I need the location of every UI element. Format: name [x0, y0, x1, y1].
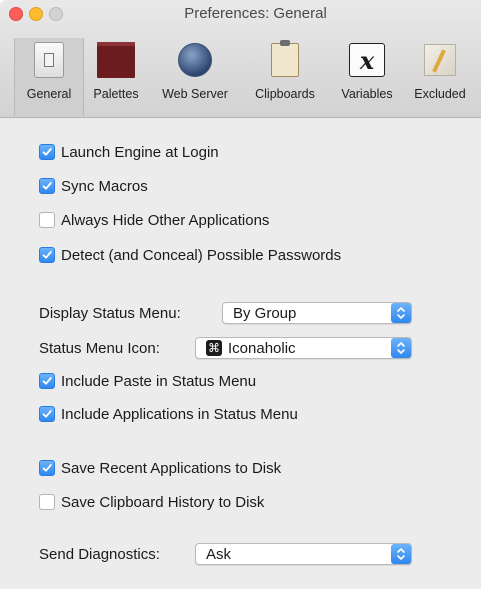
popup-value-text: Iconaholic	[228, 339, 296, 357]
chevron-up-down-icon	[391, 544, 411, 564]
save-recent-applications-checkbox[interactable]: Save Recent Applications to Disk	[39, 458, 281, 478]
display-status-menu-row: Display Status Menu:	[39, 301, 181, 325]
checkbox-label: Include Applications in Status Menu	[61, 405, 298, 423]
clipboard-icon	[265, 40, 305, 80]
send-diagnostics-label: Send Diagnostics:	[39, 545, 160, 563]
always-hide-checkbox[interactable]: Always Hide Other Applications	[39, 210, 269, 230]
tab-variables[interactable]: x Variables	[331, 40, 403, 114]
command-key-icon: ⌘	[206, 340, 222, 356]
checkbox-unchecked-icon	[39, 212, 55, 228]
popup-value: Ask	[206, 545, 232, 563]
toolbar: Preferences: General General Palettes We…	[0, 0, 481, 118]
tab-label: General	[26, 87, 72, 101]
send-diagnostics-row: Send Diagnostics:	[39, 542, 160, 566]
chevron-up-down-icon	[391, 338, 411, 358]
switch-icon	[29, 40, 69, 80]
checkbox-label: Sync Macros	[61, 177, 148, 195]
tab-excluded[interactable]: Excluded	[405, 40, 475, 114]
checkbox-label: Always Hide Other Applications	[61, 211, 270, 229]
checkbox-checked-icon	[39, 247, 55, 263]
tab-label: Palettes	[93, 87, 139, 101]
tab-label: Variables	[341, 87, 393, 101]
window-title: Preferences: General	[184, 5, 327, 22]
checkbox-checked-icon	[39, 178, 55, 194]
checkbox-label: Save Clipboard History to Disk	[61, 493, 265, 511]
tab-label: Clipboards	[255, 87, 315, 101]
detect-passwords-checkbox[interactable]: Detect (and Conceal) Possible Passwords	[39, 245, 341, 265]
tab-label: Web Server	[162, 87, 228, 101]
tab-web-server[interactable]: Web Server	[152, 40, 238, 114]
checkbox-checked-icon	[39, 373, 55, 389]
sync-macros-checkbox[interactable]: Sync Macros	[39, 176, 148, 196]
tab-clipboards[interactable]: Clipboards	[243, 40, 327, 114]
general-pane: Launch Engine at Login Sync Macros Alway…	[0, 118, 481, 589]
checkbox-checked-icon	[39, 460, 55, 476]
checkbox-label: Launch Engine at Login	[61, 143, 219, 161]
checkbox-label: Include Paste in Status Menu	[61, 372, 257, 390]
send-diagnostics-popup[interactable]: Ask	[195, 543, 412, 565]
checkbox-label: Detect (and Conceal) Possible Passwords	[61, 246, 342, 264]
chevron-up-down-icon	[391, 303, 411, 323]
tab-general[interactable]: General	[14, 38, 84, 116]
status-menu-icon-row: Status Menu Icon:	[39, 336, 160, 360]
tab-label: Excluded	[414, 87, 466, 101]
pencil-ruler-icon	[420, 40, 460, 80]
variable-x-icon: x	[347, 40, 387, 80]
checkbox-unchecked-icon	[39, 494, 55, 510]
checkbox-label: Save Recent Applications to Disk	[61, 459, 282, 477]
popup-value: By Group	[233, 304, 297, 322]
preferences-window: Preferences: General General Palettes We…	[0, 0, 481, 589]
status-menu-icon-label: Status Menu Icon:	[39, 339, 160, 357]
tab-palettes[interactable]: Palettes	[85, 40, 147, 114]
globe-icon	[175, 40, 215, 80]
display-status-menu-label: Display Status Menu:	[39, 304, 181, 322]
include-paste-checkbox[interactable]: Include Paste in Status Menu	[39, 371, 256, 391]
checkbox-checked-icon	[39, 406, 55, 422]
launch-engine-checkbox[interactable]: Launch Engine at Login	[39, 142, 219, 162]
save-clipboard-history-checkbox[interactable]: Save Clipboard History to Disk	[39, 492, 264, 512]
palette-icon	[96, 40, 136, 80]
display-status-menu-popup[interactable]: By Group	[222, 302, 412, 324]
checkbox-checked-icon	[39, 144, 55, 160]
status-menu-icon-popup[interactable]: ⌘ Iconaholic	[195, 337, 412, 359]
include-applications-checkbox[interactable]: Include Applications in Status Menu	[39, 404, 298, 424]
popup-value: ⌘ Iconaholic	[196, 340, 391, 357]
